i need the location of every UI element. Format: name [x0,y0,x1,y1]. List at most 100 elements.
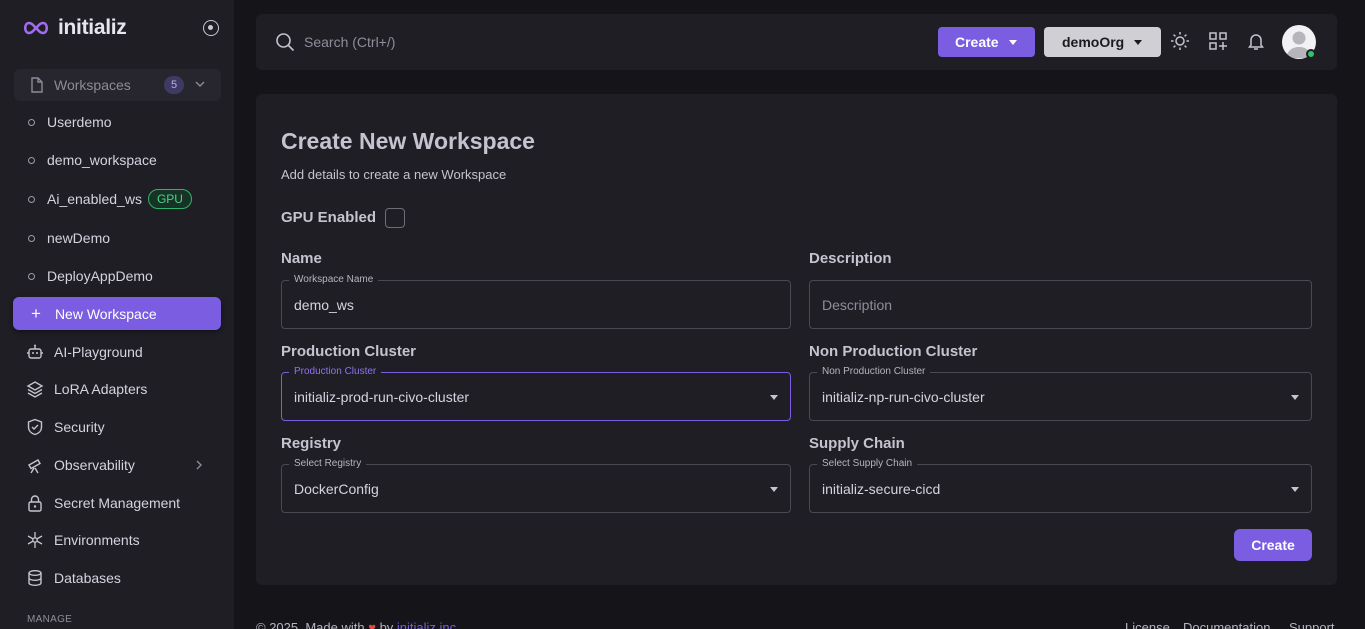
chevron-right-icon [196,460,202,470]
gpu-badge: GPU [147,189,192,209]
sidebar-item-label: Databases [54,570,121,586]
field-legend: Select Registry [289,458,367,470]
create-label: Create [955,34,999,50]
sidebar-toggle-icon[interactable] [203,20,219,36]
heart-icon: ♥ [368,620,376,629]
bell-icon[interactable] [1246,31,1266,51]
workspace-name-field[interactable]: Workspace Name demo_ws [281,274,791,329]
circle-icon [28,272,35,280]
plus-icon: + [31,304,41,323]
robot-icon [26,343,44,361]
sidebar-item-lora-adapters[interactable]: LoRA Adapters [26,377,147,401]
sidebar-item-userdemo[interactable]: Userdemo [28,110,112,134]
description-heading: Description [809,250,892,267]
chevron-down-icon [195,81,205,87]
company-link[interactable]: initializ.inc [397,620,456,629]
copyright-text: © 2025, Made with [256,620,365,629]
sidebar-group-workspaces[interactable]: Workspaces 5 [14,69,221,101]
name-heading: Name [281,250,322,267]
sidebar-item-secret-management[interactable]: Secret Management [26,491,180,515]
production-cluster-value: initializ-prod-run-civo-cluster [294,389,470,405]
apps-add-icon[interactable] [1208,31,1228,51]
caret-down-icon [770,395,778,400]
caret-down-icon [1291,395,1299,400]
topbar: Create demoOrg [256,14,1337,70]
layers-icon [26,380,44,398]
circle-icon [28,156,35,164]
create-workspace-button[interactable]: Create [1234,529,1312,561]
sidebar-item-label: LoRA Adapters [54,381,148,397]
gpu-enabled-checkbox[interactable] [385,208,405,228]
sidebar-item-deployappdemo[interactable]: DeployAppDemo [28,264,153,288]
sidebar-item-demo-workspace[interactable]: demo_workspace [28,148,157,172]
search-input[interactable] [304,30,604,54]
footer-copyright: © 2025, Made with ♥ by initializ.inc [256,620,456,629]
sidebar-item-observability[interactable]: Observability [26,453,135,477]
production-cluster-select[interactable]: Production Cluster initializ-prod-run-ci… [281,366,791,421]
sidebar-item-ai-enabled-ws[interactable]: Ai_enabled_ws GPU [28,187,192,211]
infinity-logo-icon [23,21,49,35]
snowflake-icon [26,531,44,549]
manage-section-label: MANAGE [27,614,73,625]
workspaces-label: Workspaces [54,77,131,93]
sidebar-item-ai-playground[interactable]: AI-Playground [26,340,143,364]
description-field[interactable]: Description [809,280,1312,329]
search-icon [276,33,295,52]
field-legend: Select Supply Chain [817,458,918,470]
file-icon [31,77,43,93]
new-workspace-button[interactable]: + New Workspace [13,297,221,330]
sidebar-item-environments[interactable]: Environments [26,528,140,552]
sidebar-item-label: DeployAppDemo [47,268,153,284]
registry-select[interactable]: Select Registry DockerConfig [281,458,791,513]
description-placeholder: Description [822,297,893,313]
sidebar-item-label: Ai_enabled_ws [47,191,142,207]
sidebar-item-label: newDemo [47,230,111,246]
production-cluster-heading: Production Cluster [281,343,417,360]
brand-name: initializ [58,16,127,39]
by-text: by [379,620,394,629]
caret-down-icon [1134,40,1142,45]
registry-heading: Registry [281,435,342,452]
documentation-link[interactable]: Documentation [1183,620,1270,629]
supply-chain-value: initializ-secure-cicd [822,481,941,497]
non-production-cluster-value: initializ-np-run-civo-cluster [822,389,985,405]
org-label: demoOrg [1062,34,1125,50]
circle-icon [28,234,35,242]
caret-down-icon [1291,487,1299,492]
supply-chain-select[interactable]: Select Supply Chain initializ-secure-cic… [809,458,1312,513]
org-dropdown-button[interactable]: demoOrg [1044,27,1161,57]
sidebar-item-label: AI-Playground [54,344,143,360]
sidebar-item-databases[interactable]: Databases [26,566,121,590]
sidebar-item-label: Userdemo [47,114,112,130]
page-subtitle: Add details to create a new Workspace [281,167,507,182]
registry-value: DockerConfig [294,481,379,497]
field-legend: Production Cluster [289,366,382,378]
sidebar-item-security[interactable]: Security [26,415,105,439]
online-status-dot [1306,49,1316,59]
circle-icon [28,118,35,126]
non-production-cluster-select[interactable]: Non Production Cluster initializ-np-run-… [809,366,1312,421]
field-legend: Workspace Name [289,274,379,286]
telescope-icon [26,456,44,474]
license-link[interactable]: License [1125,620,1170,629]
caret-down-icon [770,487,778,492]
page-title: Create New Workspace [281,128,535,154]
circle-icon [28,195,35,203]
database-icon [26,569,44,587]
workspaces-count-badge: 5 [164,76,184,94]
lock-icon [26,494,44,512]
non-production-cluster-heading: Non Production Cluster [809,343,978,360]
support-link[interactable]: Support [1289,620,1335,629]
field-legend: Non Production Cluster [817,366,931,378]
sidebar-item-label: Secret Management [54,495,181,511]
sidebar-item-newdemo[interactable]: newDemo [28,226,110,250]
sidebar-item-label: Security [54,419,105,435]
sidebar-item-label: Environments [54,532,140,548]
sun-icon[interactable] [1170,31,1190,51]
sidebar-item-label: demo_workspace [47,152,157,168]
sidebar-item-label: Observability [54,457,135,473]
workspace-name-value: demo_ws [294,297,354,313]
brand[interactable]: initializ [22,14,127,42]
create-dropdown-button[interactable]: Create [938,27,1035,57]
shield-icon [26,418,44,436]
